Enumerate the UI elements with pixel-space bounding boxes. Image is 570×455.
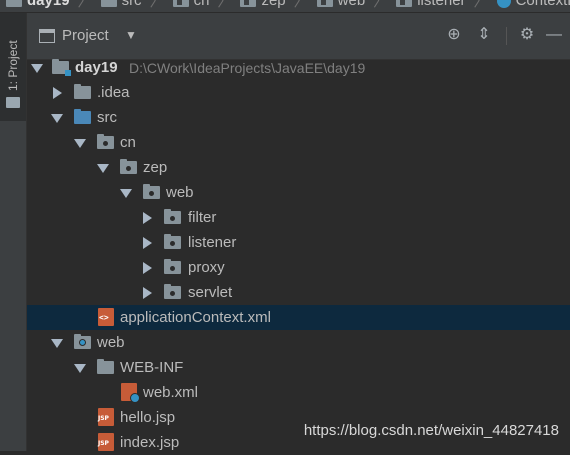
package-icon [396,0,413,7]
chevron-down-icon[interactable] [31,64,43,73]
package-icon [164,284,181,299]
chevron-down-icon[interactable] [51,114,63,123]
project-panel-header: Project ▼ ⊕ ⇕ ⚙ — [27,13,570,60]
tree-node-proxy[interactable]: proxy [27,255,570,280]
tree-node-zep[interactable]: zep [27,155,570,180]
breadcrumb-item-src[interactable]: src 〉 [100,0,165,11]
package-icon [316,0,333,7]
tree-node-src[interactable]: src [27,105,570,130]
package-icon [164,234,181,249]
watermark: https://blog.csdn.net/weixin_44827418 [303,422,559,439]
package-icon [240,0,257,7]
module-folder-icon [52,59,71,76]
collapse-all-icon[interactable]: ⇕ [474,25,494,45]
project-tree: day19 D:\CWork\IdeaProjects\JavaEE\day19… [27,59,570,451]
breadcrumb-item-listener[interactable]: listener 〉 [396,0,489,11]
tree-node-applicationcontext-xml[interactable]: applicationContext.xml [27,305,570,330]
package-icon [172,0,189,7]
breadcrumb-item-day19[interactable]: day19 〉 [6,0,93,11]
chevron-down-icon[interactable] [74,364,86,373]
package-icon [143,184,160,199]
folder-icon [100,0,117,7]
package-icon [120,159,137,174]
class-icon [496,0,511,8]
folder-icon [6,97,20,108]
project-tool-tab-label: 1: Project [6,40,20,91]
tree-node-day19[interactable]: day19 D:\CWork\IdeaProjects\JavaEE\day19 [27,55,570,80]
tree-node-web[interactable]: web [27,330,570,355]
tree-node-listener[interactable]: listener [27,230,570,255]
chevron-down-icon[interactable] [120,189,132,198]
package-icon [97,134,114,149]
web-xml-file-icon [121,383,140,403]
chevron-down-icon[interactable] [51,339,63,348]
chevron-right-icon[interactable] [53,86,62,99]
xml-file-icon [98,308,114,326]
breadcrumb-item-contextloader[interactable]: ContextLoader [496,0,570,9]
tree-node-idea[interactable]: .idea [27,80,570,105]
project-view-selector[interactable]: Project [62,27,109,44]
toolbar-divider [506,27,507,45]
folder-icon [97,359,114,374]
tree-node-filter[interactable]: filter [27,205,570,230]
chevron-right-icon[interactable] [143,211,152,224]
tree-node-web-package[interactable]: web [27,180,570,205]
source-folder-icon [74,109,91,124]
chevron-right-icon[interactable] [143,261,152,274]
breadcrumb-item-cn[interactable]: cn 〉 [172,0,232,11]
tool-window-stripe: 1: Project [0,13,27,451]
project-view-icon [39,29,55,43]
module-path: D:\CWork\IdeaProjects\JavaEE\day19 [129,59,366,76]
chevron-down-icon[interactable] [74,139,86,148]
tree-node-web-inf[interactable]: WEB-INF [27,355,570,380]
module-folder-icon [6,0,22,7]
chevron-down-icon[interactable] [97,164,109,173]
breadcrumb-item-zep[interactable]: zep 〉 [240,0,309,11]
hide-icon[interactable]: — [544,25,564,45]
web-folder-icon [74,334,91,349]
chevron-right-icon[interactable] [143,236,152,249]
package-icon [164,259,181,274]
locate-icon[interactable]: ⊕ [444,25,464,45]
folder-icon [74,84,91,99]
tree-node-cn[interactable]: cn [27,130,570,155]
jsp-file-icon [98,433,114,451]
tree-node-web-xml[interactable]: web.xml [27,380,570,405]
jsp-file-icon [98,408,114,426]
gear-icon[interactable]: ⚙ [517,25,537,45]
chevron-right-icon[interactable] [143,286,152,299]
tree-node-servlet[interactable]: servlet [27,280,570,305]
breadcrumb: day19 〉 src 〉 cn 〉 zep 〉 web 〉 listener 〉 Cont… [0,0,570,13]
breadcrumb-item-web[interactable]: web 〉 [316,0,388,11]
chevron-down-icon[interactable]: ▼ [125,28,137,42]
package-icon [164,209,181,224]
